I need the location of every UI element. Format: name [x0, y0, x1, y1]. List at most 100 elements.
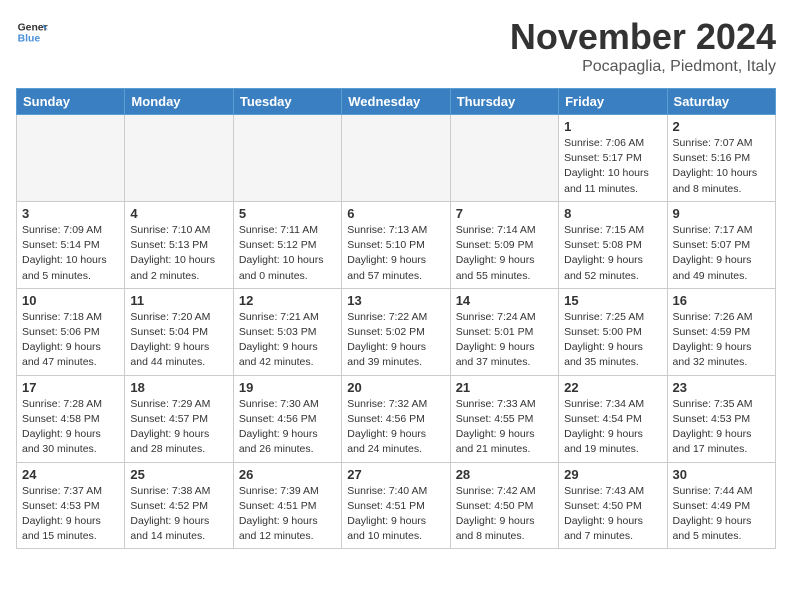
day-number: 29: [564, 467, 661, 482]
calendar-day-cell: [233, 115, 341, 202]
weekday-header-row: SundayMondayTuesdayWednesdayThursdayFrid…: [17, 89, 776, 115]
day-number: 16: [673, 293, 770, 308]
calendar-day-cell: 9 Sunrise: 7:17 AM Sunset: 5:07 PM Daylig…: [667, 201, 775, 288]
calendar-body: 1 Sunrise: 7:06 AM Sunset: 5:17 PM Daylig…: [17, 115, 776, 549]
weekday-header-cell: Saturday: [667, 89, 775, 115]
day-info: Sunrise: 7:40 AM Sunset: 4:51 PM Dayligh…: [347, 484, 444, 545]
day-info: Sunrise: 7:34 AM Sunset: 4:54 PM Dayligh…: [564, 397, 661, 458]
calendar-day-cell: 16Sunrise: 7:26 AM Sunset: 4:59 PM Dayli…: [667, 288, 775, 375]
day-number: 22: [564, 380, 661, 395]
calendar-day-cell: 2 Sunrise: 7:07 AM Sunset: 5:16 PM Daylig…: [667, 115, 775, 202]
calendar-table: SundayMondayTuesdayWednesdayThursdayFrid…: [16, 88, 776, 549]
calendar-day-cell: [125, 115, 233, 202]
calendar-day-cell: 7 Sunrise: 7:14 AM Sunset: 5:09 PM Daylig…: [450, 201, 558, 288]
day-info: Sunrise: 7:38 AM Sunset: 4:52 PM Dayligh…: [130, 484, 227, 545]
calendar-day-cell: 5 Sunrise: 7:11 AM Sunset: 5:12 PM Daylig…: [233, 201, 341, 288]
day-number: 7: [456, 206, 553, 221]
day-number: 13: [347, 293, 444, 308]
weekday-header-cell: Monday: [125, 89, 233, 115]
day-number: 11: [130, 293, 227, 308]
day-number: 17: [22, 380, 119, 395]
day-number: 12: [239, 293, 336, 308]
day-number: 8: [564, 206, 661, 221]
day-info: Sunrise: 7:24 AM Sunset: 5:01 PM Dayligh…: [456, 310, 553, 371]
day-info: Sunrise: 7:20 AM Sunset: 5:04 PM Dayligh…: [130, 310, 227, 371]
day-number: 28: [456, 467, 553, 482]
weekday-header-cell: Wednesday: [342, 89, 450, 115]
day-info: Sunrise: 7:21 AM Sunset: 5:03 PM Dayligh…: [239, 310, 336, 371]
day-info: Sunrise: 7:18 AM Sunset: 5:06 PM Dayligh…: [22, 310, 119, 371]
day-info: Sunrise: 7:37 AM Sunset: 4:53 PM Dayligh…: [22, 484, 119, 545]
svg-text:General: General: [18, 22, 48, 33]
day-info: Sunrise: 7:13 AM Sunset: 5:10 PM Dayligh…: [347, 223, 444, 284]
day-number: 30: [673, 467, 770, 482]
day-number: 3: [22, 206, 119, 221]
calendar-day-cell: 24 Sunrise: 7:37 AM Sunset: 4:53 PM Dayli…: [17, 462, 125, 549]
calendar-day-cell: [450, 115, 558, 202]
calendar-day-cell: 3 Sunrise: 7:09 AM Sunset: 5:14 PM Daylig…: [17, 201, 125, 288]
calendar-day-cell: 26 Sunrise: 7:39 AM Sunset: 4:51 PM Dayli…: [233, 462, 341, 549]
calendar-day-cell: 13Sunrise: 7:22 AM Sunset: 5:02 PM Dayli…: [342, 288, 450, 375]
calendar-day-cell: 30 Sunrise: 7:44 AM Sunset: 4:49 PM Dayli…: [667, 462, 775, 549]
month-title: November 2024: [510, 16, 776, 58]
logo: General Blue: [16, 16, 48, 48]
calendar-day-cell: 27 Sunrise: 7:40 AM Sunset: 4:51 PM Dayli…: [342, 462, 450, 549]
weekday-header-cell: Friday: [559, 89, 667, 115]
calendar-day-cell: 25 Sunrise: 7:38 AM Sunset: 4:52 PM Dayli…: [125, 462, 233, 549]
day-number: 25: [130, 467, 227, 482]
day-info: Sunrise: 7:43 AM Sunset: 4:50 PM Dayligh…: [564, 484, 661, 545]
calendar-day-cell: 12 Sunrise: 7:21 AM Sunset: 5:03 PM Dayli…: [233, 288, 341, 375]
calendar-day-cell: 28Sunrise: 7:42 AM Sunset: 4:50 PM Dayli…: [450, 462, 558, 549]
day-number: 27: [347, 467, 444, 482]
day-info: Sunrise: 7:09 AM Sunset: 5:14 PM Dayligh…: [22, 223, 119, 284]
day-number: 10: [22, 293, 119, 308]
day-info: Sunrise: 7:32 AM Sunset: 4:56 PM Dayligh…: [347, 397, 444, 458]
svg-text:Blue: Blue: [18, 34, 41, 45]
day-info: Sunrise: 7:35 AM Sunset: 4:53 PM Dayligh…: [673, 397, 770, 458]
calendar-week-row: 17Sunrise: 7:28 AM Sunset: 4:58 PM Dayli…: [17, 375, 776, 462]
page-header: General Blue November 2024 Pocapaglia, P…: [16, 16, 776, 76]
day-info: Sunrise: 7:29 AM Sunset: 4:57 PM Dayligh…: [130, 397, 227, 458]
location-title: Pocapaglia, Piedmont, Italy: [510, 58, 776, 76]
day-info: Sunrise: 7:25 AM Sunset: 5:00 PM Dayligh…: [564, 310, 661, 371]
day-number: 9: [673, 206, 770, 221]
day-number: 26: [239, 467, 336, 482]
logo-icon: General Blue: [16, 16, 48, 48]
calendar-week-row: 1 Sunrise: 7:06 AM Sunset: 5:17 PM Daylig…: [17, 115, 776, 202]
calendar-day-cell: 17Sunrise: 7:28 AM Sunset: 4:58 PM Dayli…: [17, 375, 125, 462]
day-number: 18: [130, 380, 227, 395]
calendar-day-cell: 4 Sunrise: 7:10 AM Sunset: 5:13 PM Daylig…: [125, 201, 233, 288]
title-area: November 2024 Pocapaglia, Piedmont, Ital…: [510, 16, 776, 76]
day-info: Sunrise: 7:14 AM Sunset: 5:09 PM Dayligh…: [456, 223, 553, 284]
calendar-day-cell: 29 Sunrise: 7:43 AM Sunset: 4:50 PM Dayli…: [559, 462, 667, 549]
calendar-week-row: 24 Sunrise: 7:37 AM Sunset: 4:53 PM Dayli…: [17, 462, 776, 549]
day-number: 21: [456, 380, 553, 395]
day-info: Sunrise: 7:17 AM Sunset: 5:07 PM Dayligh…: [673, 223, 770, 284]
day-number: 24: [22, 467, 119, 482]
calendar-day-cell: 20 Sunrise: 7:32 AM Sunset: 4:56 PM Dayli…: [342, 375, 450, 462]
day-number: 23: [673, 380, 770, 395]
weekday-header-cell: Thursday: [450, 89, 558, 115]
day-number: 5: [239, 206, 336, 221]
day-info: Sunrise: 7:06 AM Sunset: 5:17 PM Dayligh…: [564, 136, 661, 197]
day-info: Sunrise: 7:11 AM Sunset: 5:12 PM Dayligh…: [239, 223, 336, 284]
calendar-day-cell: 14 Sunrise: 7:24 AM Sunset: 5:01 PM Dayli…: [450, 288, 558, 375]
day-number: 4: [130, 206, 227, 221]
calendar-day-cell: 11 Sunrise: 7:20 AM Sunset: 5:04 PM Dayli…: [125, 288, 233, 375]
day-info: Sunrise: 7:33 AM Sunset: 4:55 PM Dayligh…: [456, 397, 553, 458]
weekday-header-cell: Sunday: [17, 89, 125, 115]
day-info: Sunrise: 7:30 AM Sunset: 4:56 PM Dayligh…: [239, 397, 336, 458]
day-number: 20: [347, 380, 444, 395]
day-number: 2: [673, 119, 770, 134]
calendar-day-cell: [17, 115, 125, 202]
calendar-day-cell: 23 Sunrise: 7:35 AM Sunset: 4:53 PM Dayli…: [667, 375, 775, 462]
day-number: 14: [456, 293, 553, 308]
day-info: Sunrise: 7:10 AM Sunset: 5:13 PM Dayligh…: [130, 223, 227, 284]
day-info: Sunrise: 7:44 AM Sunset: 4:49 PM Dayligh…: [673, 484, 770, 545]
day-number: 15: [564, 293, 661, 308]
calendar-day-cell: 21 Sunrise: 7:33 AM Sunset: 4:55 PM Dayli…: [450, 375, 558, 462]
day-info: Sunrise: 7:07 AM Sunset: 5:16 PM Dayligh…: [673, 136, 770, 197]
calendar-day-cell: 6Sunrise: 7:13 AM Sunset: 5:10 PM Daylig…: [342, 201, 450, 288]
day-info: Sunrise: 7:39 AM Sunset: 4:51 PM Dayligh…: [239, 484, 336, 545]
day-number: 1: [564, 119, 661, 134]
